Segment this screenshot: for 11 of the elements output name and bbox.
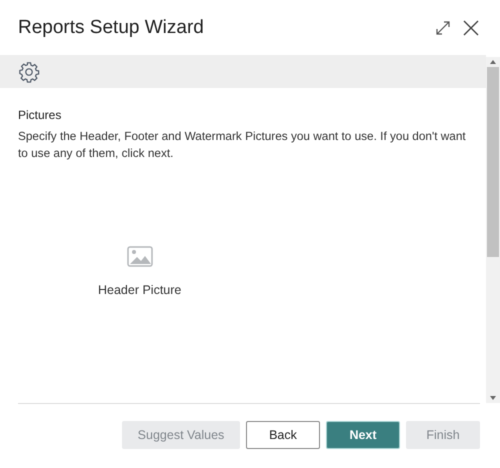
picture-field[interactable]: Header Picture bbox=[98, 246, 182, 297]
close-icon[interactable] bbox=[462, 18, 480, 36]
window-title: Reports Setup Wizard bbox=[18, 16, 205, 38]
section-description: Specify the Header, Footer and Watermark Pictures you want to use. If you don't want to use any of them, click next. bbox=[18, 128, 467, 162]
gear-icon bbox=[18, 60, 40, 82]
wizard-button[interactable]: Next bbox=[326, 421, 400, 449]
image-icon bbox=[126, 246, 153, 267]
wizard-button[interactable]: Back bbox=[246, 421, 320, 449]
section-title: Pictures bbox=[18, 108, 62, 122]
expand-icon[interactable] bbox=[434, 18, 452, 36]
scrollbar[interactable] bbox=[486, 57, 500, 403]
